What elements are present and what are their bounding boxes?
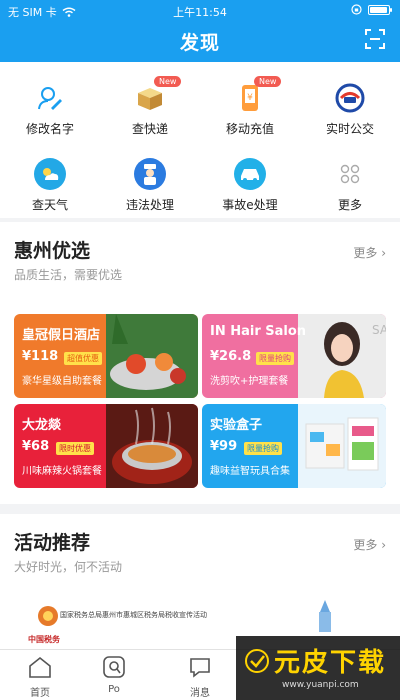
watermark: 元皮下载 www.yuanpi.com <box>236 636 400 700</box>
promo-card-toys[interactable]: 实验盒子 ¥99 限量抢购 趣味益智玩具合集 <box>202 404 386 488</box>
card-title: IN Hair Salon <box>210 324 307 339</box>
services-grid: 修改名字 New 查快递 ¥ New 移动充值 实时公交 查天气 违法处理 事故… <box>0 62 400 218</box>
service-label: 修改名字 <box>25 122 74 136</box>
hotpot-image <box>106 404 198 488</box>
more-link[interactable]: 更多 › <box>353 244 386 261</box>
rotation-lock-icon <box>351 4 362 15</box>
message-icon <box>190 658 210 678</box>
card-desc: 趣味益智玩具合集 <box>210 466 290 477</box>
service-label: 更多 <box>337 198 362 212</box>
service-mobile-recharge[interactable]: ¥ New 移动充值 <box>200 70 300 144</box>
po-icon <box>103 656 125 678</box>
tab-messages[interactable]: 消息 <box>160 650 240 700</box>
service-label: 查天气 <box>31 198 68 212</box>
service-label: 实时公交 <box>325 122 374 136</box>
bus-icon <box>334 82 366 114</box>
building-icon <box>319 600 331 632</box>
service-label: 事故e处理 <box>222 198 278 212</box>
service-bus[interactable]: 实时公交 <box>300 70 400 144</box>
tab-po[interactable]: Po <box>74 650 154 700</box>
card-price: ¥26.8 <box>210 349 252 364</box>
service-more[interactable]: 更多 <box>300 146 400 220</box>
scan-icon[interactable] <box>364 28 386 50</box>
promo-card-salon[interactable]: SA IN Hair Salon ¥26.8 限量抢购 洗剪吹+护理套餐 <box>202 314 386 398</box>
svg-text:¥: ¥ <box>247 93 253 103</box>
salon-model-image: SA <box>298 314 386 398</box>
service-accident[interactable]: 事故e处理 <box>200 146 300 220</box>
new-badge: New <box>254 76 282 87</box>
card-tag: 限时优惠 <box>56 442 94 455</box>
more-link[interactable]: 更多 › <box>353 536 386 553</box>
watermark-logo-icon <box>245 649 269 673</box>
card-tag: 限量抢购 <box>256 352 294 365</box>
service-express[interactable]: New 查快递 <box>100 70 200 144</box>
tax-emblem-icon <box>38 606 58 626</box>
section-subtitle: 大好时光，何不活动 <box>14 560 123 574</box>
hotel-food-image <box>106 314 198 398</box>
tab-home[interactable]: 首页 <box>0 650 80 700</box>
section-title: 活动推荐 <box>14 532 91 554</box>
card-title: 实验盒子 <box>210 418 263 433</box>
edit-name-icon <box>34 82 66 114</box>
section-title: 惠州优选 <box>14 240 91 262</box>
tax-logo-text: 中国税务 <box>28 635 60 644</box>
status-bar: 无 SIM 卡 上午11:54 <box>0 2 400 20</box>
promo-card-hotpot[interactable]: 大龙燚 ¥68 限时优惠 川味麻辣火锅套餐 <box>14 404 198 488</box>
toy-box-image <box>298 404 386 488</box>
battery-icon <box>368 4 392 15</box>
new-badge: New <box>154 76 182 87</box>
tab-label: 首页 <box>30 688 50 699</box>
card-desc: 豪华星级自助套餐 <box>22 376 102 387</box>
card-title: 皇冠假日酒店 <box>22 328 101 343</box>
card-price: ¥68 <box>22 439 50 454</box>
card-title: 大龙燚 <box>22 418 62 433</box>
weather-icon <box>34 158 66 190</box>
tab-label: Po <box>108 684 120 695</box>
service-label: 移动充值 <box>225 122 274 136</box>
card-price: ¥99 <box>210 439 238 454</box>
service-traffic-violation[interactable]: 违法处理 <box>100 146 200 220</box>
activities-section: 活动推荐 大好时光，何不活动 更多 › 中国税务 国家税务总局惠州市惠城区税务局… <box>0 514 400 650</box>
promo-card-hotel[interactable]: 皇冠假日酒店 ¥118 超值优惠 豪华星级自助套餐 <box>14 314 198 398</box>
traffic-police-icon <box>134 158 166 190</box>
watermark-text: 元皮下载 <box>274 648 387 678</box>
home-icon <box>29 656 51 678</box>
top-bar: 无 SIM 卡 上午11:54 发现 <box>0 0 400 62</box>
card-price: ¥118 <box>22 349 59 364</box>
banner-text: 国家税务总局惠州市惠城区税务局税收宣传活动 <box>60 611 207 619</box>
tab-label: 消息 <box>190 688 210 699</box>
watermark-url: www.yuanpi.com <box>282 680 359 690</box>
card-tag: 限量抢购 <box>244 442 282 455</box>
service-label: 查快递 <box>131 122 168 136</box>
service-edit-name[interactable]: 修改名字 <box>0 70 100 144</box>
more-grid-icon <box>334 158 366 190</box>
car-accident-icon <box>234 158 266 190</box>
clock-text: 上午11:54 <box>173 6 227 19</box>
section-subtitle: 品质生活，需要优选 <box>14 268 123 282</box>
discover-page: 无 SIM 卡 上午11:54 发现 修改名字 New 查快递 ¥ New 移动… <box>0 0 400 700</box>
service-label: 违法处理 <box>125 198 174 212</box>
featured-section: 惠州优选 品质生活，需要优选 更多 › 皇冠假日酒店 ¥118 超值优惠 豪华星… <box>0 222 400 504</box>
card-tag: 超值优惠 <box>64 352 102 365</box>
card-desc: 川味麻辣火锅套餐 <box>22 466 102 477</box>
service-weather[interactable]: 查天气 <box>0 146 100 220</box>
page-title: 发现 <box>179 32 220 54</box>
card-desc: 洗剪吹+护理套餐 <box>210 376 289 387</box>
svg-text:SA: SA <box>372 323 386 337</box>
